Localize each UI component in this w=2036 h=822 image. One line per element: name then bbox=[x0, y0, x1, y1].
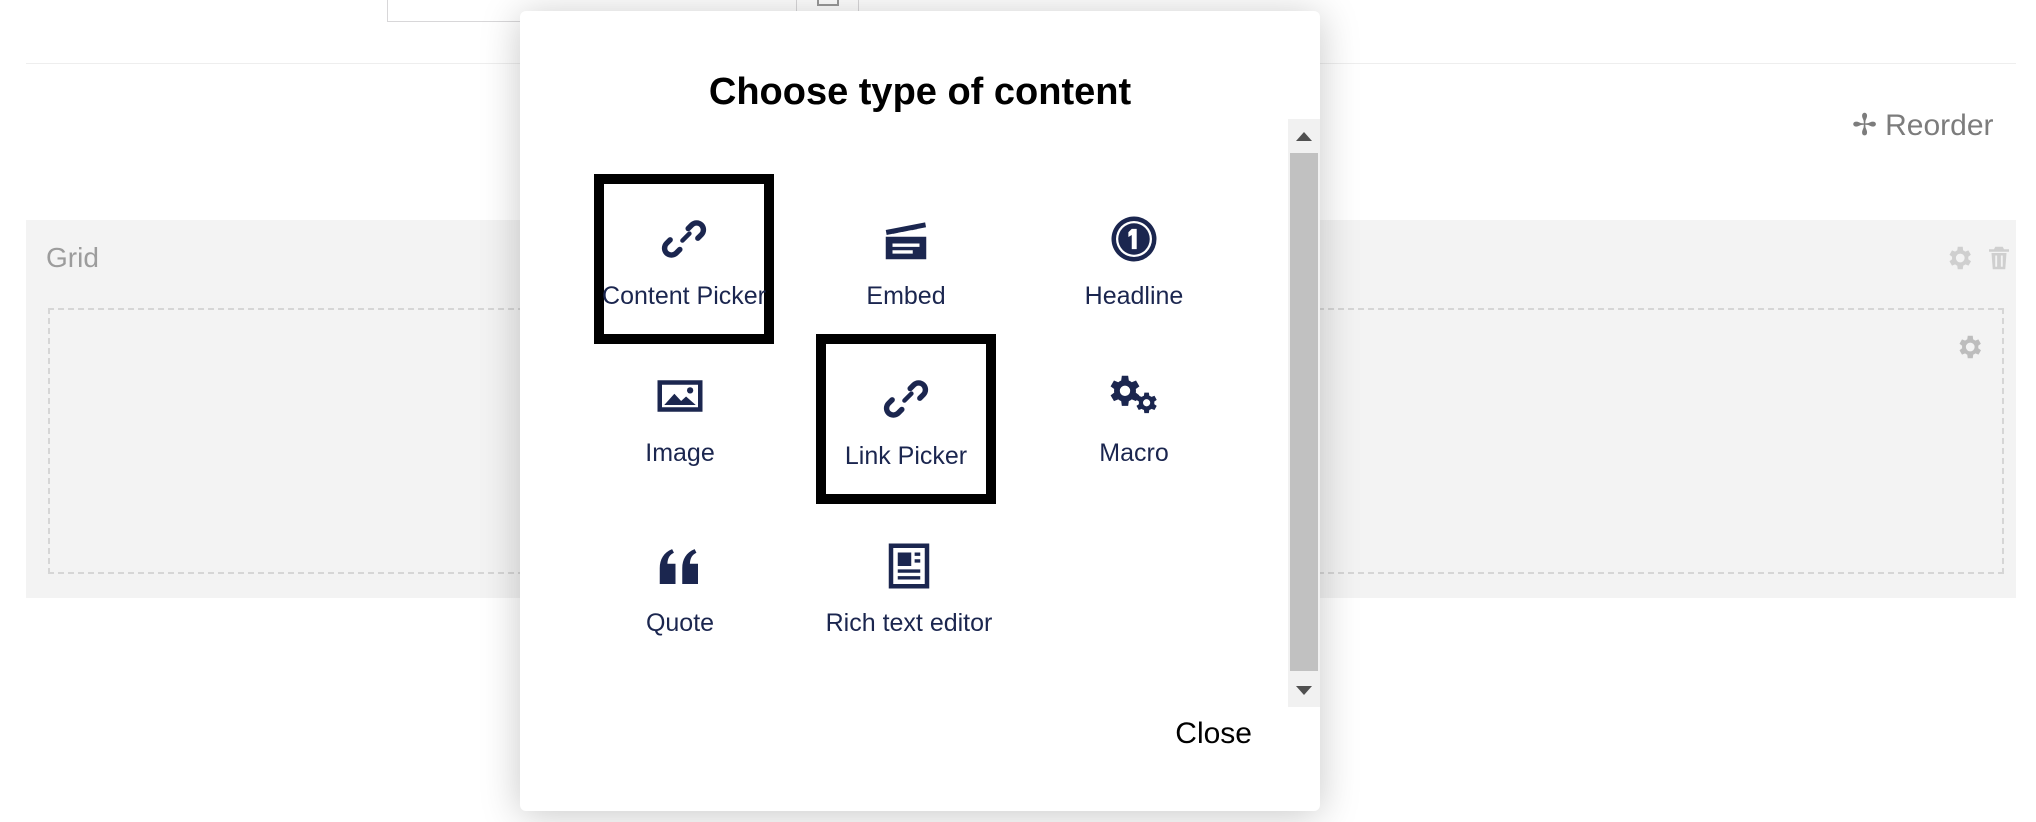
tile-headline[interactable]: Headline bbox=[1044, 174, 1224, 344]
tile-link-picker[interactable]: Link Picker bbox=[816, 334, 996, 504]
grid-title: Grid bbox=[46, 242, 99, 273]
gear-icon[interactable] bbox=[1954, 332, 1984, 362]
tile-label: Content Picker bbox=[602, 282, 766, 310]
content-type-dialog: Choose type of content Content Picker Em… bbox=[520, 11, 1320, 811]
link-icon bbox=[883, 380, 929, 418]
tray-icon bbox=[817, 0, 839, 6]
tile-quote[interactable]: Quote bbox=[590, 501, 770, 671]
tile-label: Headline bbox=[1084, 282, 1184, 310]
grid-tools bbox=[1944, 242, 2014, 274]
tile-macro[interactable]: Macro bbox=[1044, 331, 1224, 501]
tile-embed[interactable]: Embed bbox=[816, 174, 996, 344]
move-icon: ✢ bbox=[1852, 109, 1878, 142]
number-one-icon bbox=[1111, 216, 1157, 262]
reorder-button[interactable]: ✢ Reorder bbox=[1852, 108, 1994, 144]
gears-icon bbox=[1110, 375, 1157, 414]
tile-label: Macro bbox=[1099, 439, 1169, 467]
arrow-down-icon bbox=[1296, 685, 1312, 695]
tile-label: Embed bbox=[866, 282, 946, 310]
quote-icon bbox=[659, 549, 698, 584]
close-button[interactable]: Close bbox=[1175, 717, 1252, 751]
tile-content-picker[interactable]: Content Picker bbox=[594, 174, 774, 344]
tile-label: Link Picker bbox=[844, 442, 968, 470]
gear-icon[interactable] bbox=[1944, 242, 1974, 274]
document-icon bbox=[888, 543, 930, 589]
trash-icon[interactable] bbox=[1984, 242, 2014, 274]
reorder-label: Reorder bbox=[1885, 109, 1994, 142]
scroll-thumb[interactable] bbox=[1290, 153, 1318, 671]
tile-label: Rich text editor bbox=[825, 609, 993, 637]
picture-icon bbox=[657, 380, 703, 412]
dialog-title: Choose type of content bbox=[708, 71, 1132, 113]
tile-image[interactable]: Image bbox=[590, 331, 770, 501]
clapperboard-icon bbox=[885, 222, 927, 260]
scroll-down-button[interactable] bbox=[1288, 673, 1320, 707]
page: ✢ Reorder Grid Choose type of content Co… bbox=[0, 0, 2036, 822]
arrow-up-icon bbox=[1296, 131, 1312, 141]
tile-rich-text-editor[interactable]: Rich text editor bbox=[814, 501, 1004, 671]
tile-label: Image bbox=[645, 439, 715, 467]
scroll-up-button[interactable] bbox=[1288, 119, 1320, 153]
tile-label: Quote bbox=[645, 609, 715, 637]
scrollbar[interactable] bbox=[1288, 119, 1320, 707]
link-icon bbox=[661, 220, 707, 258]
